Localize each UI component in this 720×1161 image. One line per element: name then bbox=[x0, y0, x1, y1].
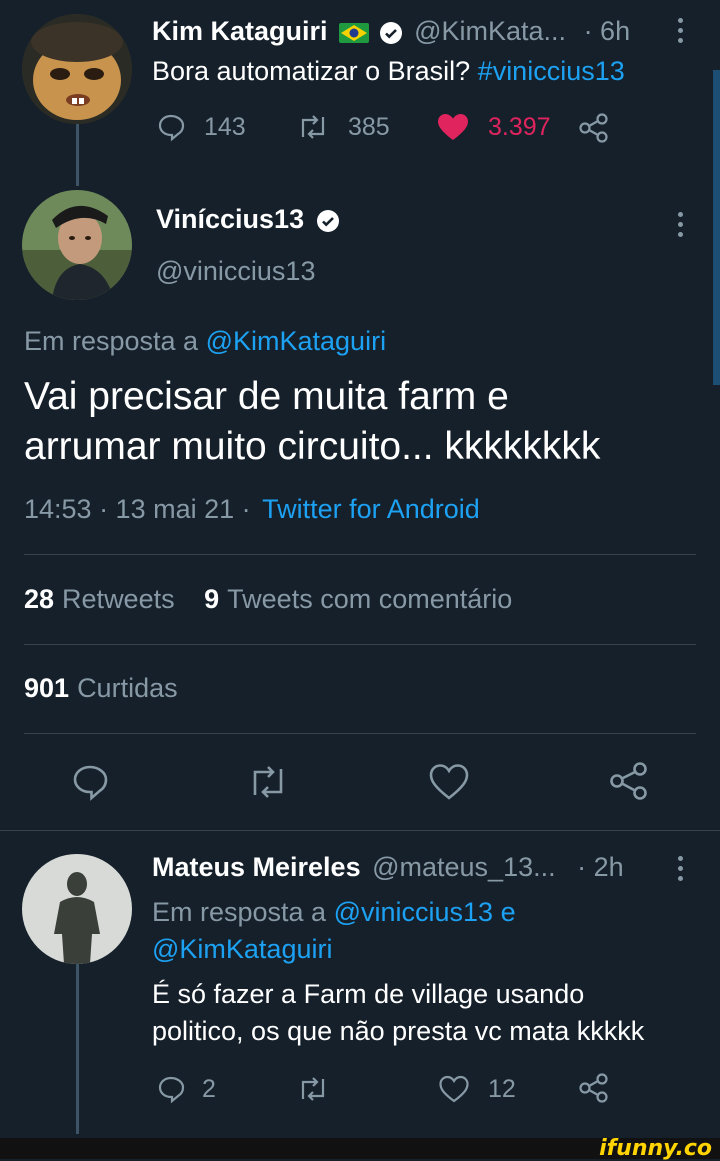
retweet-icon bbox=[296, 1074, 330, 1104]
like-button[interactable]: 3.397 bbox=[436, 112, 551, 142]
avatar-kim[interactable] bbox=[22, 14, 132, 124]
tweet-time: · 6h bbox=[583, 16, 631, 46]
tweet-header: Kim Kataguiri @KimKata... · 6h bbox=[152, 16, 630, 47]
avatar-viniccius[interactable] bbox=[22, 190, 132, 300]
share-icon bbox=[578, 112, 610, 144]
more-icon[interactable] bbox=[676, 18, 684, 43]
author-name[interactable]: Mateus Meireles bbox=[152, 852, 361, 882]
reply-icon bbox=[156, 112, 186, 142]
reply-button[interactable] bbox=[70, 762, 110, 802]
share-button[interactable] bbox=[578, 112, 610, 144]
author-handle[interactable]: @mateus_13... bbox=[372, 852, 556, 882]
thread-line bbox=[76, 964, 79, 1134]
reply-tweet-text: É só fazer a Farm de village usando poli… bbox=[152, 979, 645, 1046]
timestamp: 14:53 · 13 mai 21 · bbox=[24, 494, 251, 524]
heart-filled-icon bbox=[436, 112, 470, 142]
hashtag-link[interactable]: #viniccius13 bbox=[478, 56, 625, 86]
avatar-mateus[interactable] bbox=[22, 854, 132, 964]
main-tweet-text: Vai precisar de muita farm e arrumar mui… bbox=[24, 375, 601, 468]
ifunny-watermark: ifunny.co bbox=[599, 1136, 712, 1161]
retweet-icon bbox=[296, 112, 330, 142]
tweet-header: Mateus Meireles @mateus_13... · 2h bbox=[152, 852, 624, 883]
reply-context: Em resposta a @viniccius13 e @KimKatagui… bbox=[152, 897, 516, 964]
mention-link[interactable]: @KimKataguiri bbox=[152, 934, 332, 964]
divider bbox=[24, 733, 696, 734]
quotes-stat[interactable]: 9 Tweets com comentário bbox=[204, 584, 512, 614]
tweet-meta: 14:53 · 13 mai 21 · Twitter for Android bbox=[24, 494, 480, 525]
divider bbox=[24, 644, 696, 645]
share-button[interactable] bbox=[608, 760, 650, 802]
share-button[interactable] bbox=[578, 1072, 610, 1104]
reply-icon bbox=[70, 762, 110, 802]
reply-context: Em resposta a @KimKataguiri bbox=[24, 326, 387, 356]
reply-button[interactable]: 143 bbox=[156, 112, 246, 142]
like-button[interactable] bbox=[428, 763, 470, 801]
source-link[interactable]: Twitter for Android bbox=[262, 494, 480, 524]
retweet-button[interactable]: 385 bbox=[296, 112, 390, 142]
heart-icon bbox=[428, 763, 470, 801]
author-name[interactable]: Viníccius13 bbox=[156, 204, 304, 234]
mention-link[interactable]: @viniccius13 bbox=[334, 897, 493, 927]
author-handle[interactable]: @viniccius13 bbox=[156, 256, 315, 287]
watermark-bar: ifunny.co bbox=[0, 1136, 720, 1161]
stats-row: 28 Retweets 9 Tweets com comentário bbox=[24, 584, 512, 615]
share-icon bbox=[578, 1072, 610, 1104]
tweet-time: · 2h bbox=[577, 852, 624, 882]
verified-icon bbox=[379, 21, 403, 45]
retweet-button[interactable] bbox=[296, 1074, 330, 1104]
retweet-button[interactable] bbox=[246, 762, 290, 802]
author-handle[interactable]: @KimKata... bbox=[414, 16, 566, 46]
divider bbox=[0, 830, 720, 831]
main-author[interactable]: Viníccius13 bbox=[156, 204, 340, 235]
mention-link[interactable]: @KimKataguiri bbox=[206, 326, 386, 356]
more-icon[interactable] bbox=[676, 856, 684, 881]
author-name[interactable]: Kim Kataguiri bbox=[152, 16, 328, 46]
retweet-icon bbox=[246, 762, 290, 802]
likes-stat[interactable]: 901 Curtidas bbox=[24, 673, 178, 704]
divider bbox=[24, 554, 696, 555]
retweets-stat[interactable]: 28 Retweets bbox=[24, 584, 175, 614]
verified-icon bbox=[316, 209, 340, 233]
reply-button[interactable]: 2 bbox=[156, 1074, 216, 1104]
brazil-flag-icon bbox=[339, 22, 370, 43]
like-button[interactable]: 12 bbox=[438, 1074, 516, 1104]
scrollbar[interactable] bbox=[713, 70, 720, 385]
thread-line bbox=[76, 124, 79, 186]
more-icon[interactable] bbox=[676, 212, 684, 237]
reply-icon bbox=[156, 1074, 186, 1104]
tweet-text: Bora automatizar o Brasil? #viniccius13 bbox=[152, 56, 625, 86]
heart-icon bbox=[438, 1074, 470, 1104]
share-icon bbox=[608, 760, 650, 802]
